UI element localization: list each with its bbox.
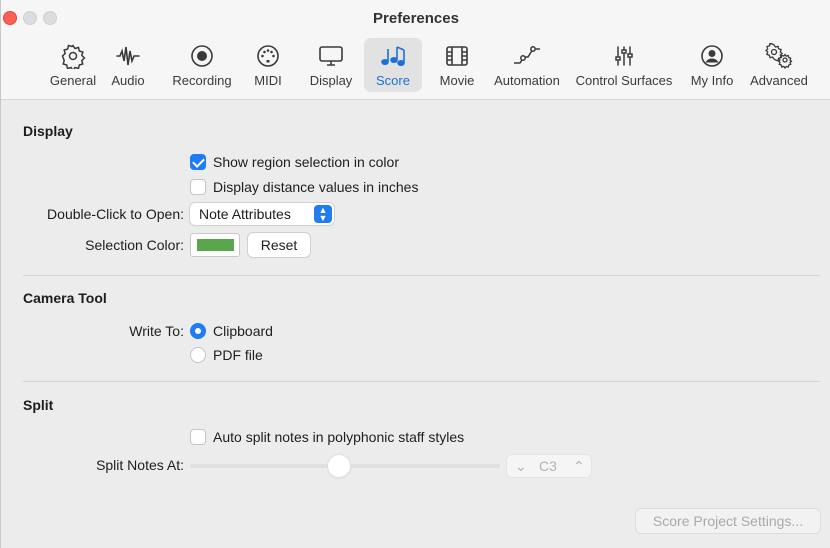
pdf-file-label: PDF file bbox=[213, 347, 263, 363]
tab-score[interactable]: Score bbox=[364, 38, 422, 92]
chevron-updown-icon: ▲ ▼ bbox=[314, 205, 332, 223]
split-slider-knob[interactable] bbox=[327, 455, 350, 477]
preferences-window: Preferences General Audio Recording MIDI… bbox=[0, 0, 830, 548]
tab-display[interactable]: Display bbox=[303, 38, 359, 92]
selection-color-label: Selection Color: bbox=[85, 237, 184, 253]
music-notes-icon bbox=[364, 42, 422, 70]
split-pitch-value: C3 bbox=[539, 458, 557, 474]
tab-recording[interactable]: Recording bbox=[167, 38, 237, 92]
selection-color-well[interactable] bbox=[190, 233, 240, 257]
tab-score-label: Score bbox=[376, 73, 410, 88]
tab-midi-label: MIDI bbox=[254, 73, 282, 88]
preferences-toolbar: General Audio Recording MIDI Display Sco… bbox=[1, 36, 830, 96]
tab-movie[interactable]: Movie bbox=[432, 38, 482, 92]
pdf-file-radio[interactable] bbox=[190, 347, 206, 363]
distance-inches-checkbox[interactable] bbox=[190, 179, 206, 195]
chevron-up-icon[interactable]: ⌃ bbox=[573, 458, 585, 475]
write-to-label: Write To: bbox=[129, 323, 184, 339]
title-bar: Preferences General Audio Recording MIDI… bbox=[1, 0, 830, 100]
tab-general[interactable]: General bbox=[45, 38, 101, 92]
tab-automation[interactable]: Automation bbox=[491, 38, 563, 92]
tab-automation-label: Automation bbox=[494, 73, 560, 88]
tab-advanced-label: Advanced bbox=[750, 73, 808, 88]
automation-curve-icon bbox=[491, 42, 563, 70]
gears-icon bbox=[745, 42, 813, 70]
divider bbox=[23, 275, 820, 276]
reset-button[interactable]: Reset bbox=[248, 233, 310, 257]
film-icon bbox=[432, 42, 482, 70]
show-region-selection-label: Show region selection in color bbox=[213, 154, 399, 170]
auto-split-checkbox[interactable] bbox=[190, 429, 206, 445]
score-project-settings-button[interactable]: Score Project Settings... bbox=[636, 509, 820, 533]
tab-audio-label: Audio bbox=[111, 73, 145, 88]
tab-control-surfaces-label: Control Surfaces bbox=[575, 73, 673, 88]
split-notes-at-label: Split Notes At: bbox=[96, 457, 184, 473]
auto-split-label: Auto split notes in polyphonic staff sty… bbox=[213, 429, 465, 445]
window-title: Preferences bbox=[373, 10, 459, 27]
waveform-icon bbox=[105, 42, 151, 70]
monitor-icon bbox=[303, 42, 359, 70]
tab-advanced[interactable]: Advanced bbox=[745, 38, 813, 92]
tab-display-label: Display bbox=[309, 73, 353, 88]
tab-control-surfaces[interactable]: Control Surfaces bbox=[572, 38, 676, 92]
double-click-label: Double-Click to Open: bbox=[47, 206, 184, 222]
distance-inches-label: Display distance values in inches bbox=[213, 179, 419, 195]
section-title-display: Display bbox=[23, 123, 73, 139]
record-icon bbox=[167, 42, 237, 70]
section-title-split: Split bbox=[23, 397, 54, 413]
gear-icon bbox=[45, 42, 101, 70]
double-click-value: Note Attributes bbox=[199, 206, 291, 222]
person-icon bbox=[685, 42, 739, 70]
tab-recording-label: Recording bbox=[172, 73, 232, 88]
tab-my-info[interactable]: My Info bbox=[685, 38, 739, 92]
tab-audio[interactable]: Audio bbox=[105, 38, 151, 92]
midi-port-icon bbox=[245, 42, 291, 70]
tab-movie-label: Movie bbox=[439, 73, 475, 88]
split-pitch-stepper[interactable]: ⌄ C3 ⌃ bbox=[507, 455, 591, 477]
tab-my-info-label: My Info bbox=[690, 73, 734, 88]
tab-midi[interactable]: MIDI bbox=[245, 38, 291, 92]
score-preferences-pane: Display Show region selection in color D… bbox=[1, 101, 830, 548]
show-region-selection-checkbox[interactable] bbox=[190, 154, 206, 170]
selection-color-swatch bbox=[197, 239, 234, 251]
double-click-popup[interactable]: Note Attributes ▲ ▼ bbox=[190, 203, 334, 225]
faders-icon bbox=[572, 42, 676, 70]
divider bbox=[23, 381, 820, 382]
clipboard-label: Clipboard bbox=[213, 323, 273, 339]
tab-general-label: General bbox=[49, 73, 97, 88]
section-title-camera-tool: Camera Tool bbox=[23, 290, 107, 306]
clipboard-radio[interactable] bbox=[190, 323, 206, 339]
chevron-down-icon[interactable]: ⌄ bbox=[515, 458, 527, 475]
